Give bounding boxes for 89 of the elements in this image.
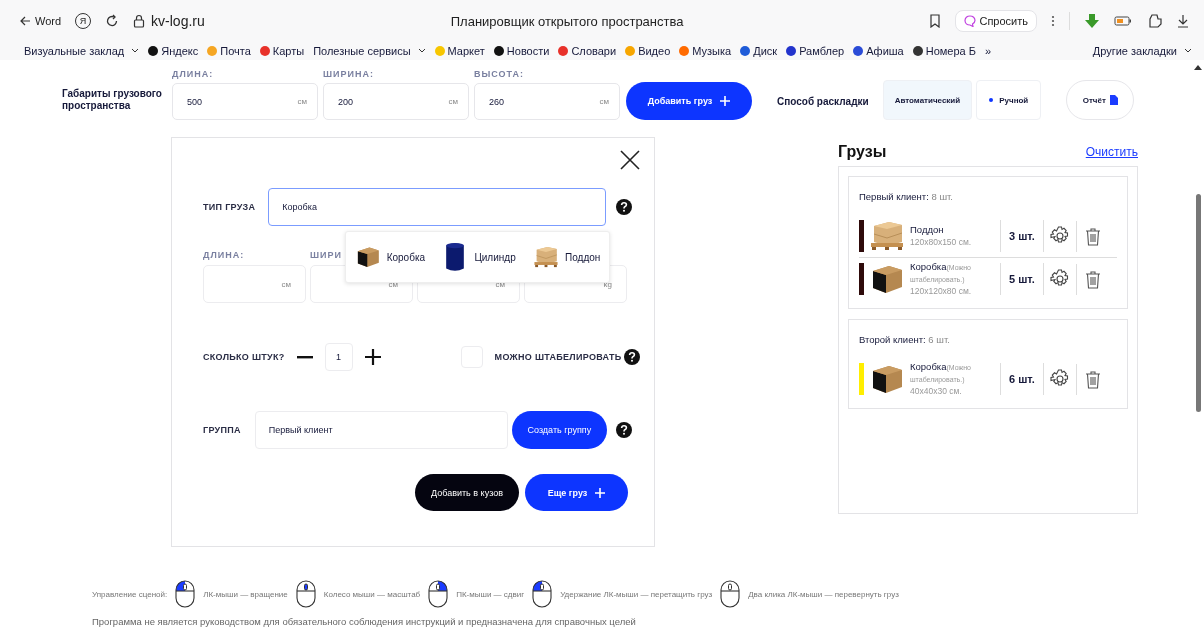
battery-icon[interactable]	[1114, 15, 1132, 27]
input-field[interactable]: 200 см	[323, 83, 469, 120]
bookmark-link[interactable]: Визуальные заклад	[24, 45, 140, 57]
field-label: ШИРИНА:	[323, 69, 375, 79]
bookmark-link[interactable]: Полезные сервисы	[313, 45, 426, 57]
bookmark-link[interactable]: Афиша	[853, 45, 904, 57]
extension-icon[interactable]	[1084, 13, 1100, 29]
bookmark-link[interactable]: Видео	[625, 45, 671, 57]
bookmark-icon[interactable]	[929, 14, 942, 28]
reload-icon[interactable]	[105, 14, 120, 28]
bookmark-link[interactable]: »	[985, 45, 992, 57]
address-text[interactable]: kv-log.ru	[151, 13, 205, 29]
input-field[interactable]: см	[310, 265, 413, 303]
delete-icon[interactable]	[1075, 263, 1101, 295]
settings-icon[interactable]	[1049, 269, 1070, 289]
more-cargo-button[interactable]: Еще груз	[525, 474, 628, 511]
bookmark-link[interactable]: Маркет	[434, 45, 485, 57]
caret-icon	[1184, 48, 1192, 54]
document-icon	[1109, 95, 1118, 105]
section-label: Габариты грузового пространства	[62, 88, 163, 112]
field-label: ДЛИНА:	[172, 69, 215, 79]
delete-icon[interactable]	[1075, 220, 1101, 252]
hint-text: Колесо мыши — масштаб	[323, 589, 421, 599]
input-field[interactable]: Первый клиент	[254, 411, 508, 449]
input-field[interactable]: 500 см	[172, 83, 318, 120]
bookmark-link[interactable]: Рамблер	[786, 45, 845, 57]
bookmark-link[interactable]: Другие закладки	[1092, 45, 1192, 57]
close-icon[interactable]	[620, 150, 640, 170]
help-icon[interactable]	[616, 199, 633, 215]
field-label: ТИП ГРУЗА	[203, 202, 256, 212]
settings-icon[interactable]	[1049, 369, 1070, 389]
hint-text: Управление сценой:	[92, 589, 168, 599]
bookmark-link[interactable]: Диск	[740, 45, 778, 57]
plus-icon[interactable]	[364, 349, 381, 365]
hint-text: Два клика ЛК-мыши — перевернуть груз	[748, 589, 899, 599]
group-title: Первый клиент: 8 шт.	[859, 191, 954, 202]
lock-icon	[133, 14, 146, 28]
settings-icon[interactable]	[1049, 226, 1070, 246]
field-label: ДЛИНА:	[203, 250, 245, 261]
field-label: СКОЛЬКО ШТУК?	[203, 352, 285, 362]
pallet-icon	[869, 220, 905, 252]
mode-toggle[interactable]: Автоматический	[882, 80, 973, 120]
panel-title: Грузы	[838, 143, 887, 161]
quantity-text: 5 шт.	[1000, 263, 1044, 295]
bookmark-link[interactable]: Номера Б	[912, 45, 976, 57]
input-field[interactable]: 260 см	[474, 83, 620, 120]
add-cargo-button[interactable]: Добавить груз	[626, 82, 752, 120]
more-icon[interactable]	[1051, 15, 1055, 27]
mode-toggle[interactable]: Ручной	[976, 80, 1042, 120]
arrow-icon	[20, 16, 31, 26]
hint-text: ЛК-мыши — вращение	[203, 589, 288, 599]
help-icon[interactable]	[624, 349, 641, 365]
bookmark-link[interactable]: Новости	[493, 45, 550, 57]
bookmark-link[interactable]: Карты	[259, 45, 305, 57]
bookmark-link[interactable]: Словари	[558, 45, 617, 57]
input-field[interactable]: см	[203, 265, 306, 303]
select-field[interactable]: Коробка	[268, 188, 607, 226]
scroll-up-icon[interactable]	[1194, 64, 1202, 70]
delete-icon[interactable]	[1075, 363, 1101, 395]
field-label: ГРУППА	[203, 425, 241, 435]
plus-icon	[720, 96, 731, 106]
ask-button[interactable]: Спросить	[955, 10, 1037, 32]
field-label: ШИРИ	[310, 250, 342, 261]
group-title: Второй клиент: 6 шт.	[859, 334, 951, 345]
field-label: Способ раскладки	[777, 96, 869, 107]
bookmark-link[interactable]: Почта	[207, 45, 251, 57]
back-button[interactable]: Word	[20, 15, 62, 27]
quantity-text: 6 шт.	[1000, 363, 1044, 395]
plus-icon	[595, 487, 606, 498]
quantity-text: 3 шт.	[1000, 220, 1044, 252]
create-group-button[interactable]: Создать группу	[511, 411, 607, 449]
bookmark-link[interactable]: Музыка	[679, 45, 732, 57]
report-button[interactable]: Отчёт	[1066, 80, 1135, 120]
count-field[interactable]: 1	[324, 343, 353, 371]
hint-text: ПК-мыши — сдвиг	[456, 589, 525, 599]
add-to-body-button[interactable]: Добавить в кузов	[415, 474, 519, 511]
clear-link[interactable]: Очистить	[1085, 145, 1138, 159]
minus-icon[interactable]	[296, 355, 313, 359]
chat-icon	[964, 15, 977, 27]
hint-text: Удержание ЛК-мыши — перетащить груз	[560, 589, 713, 599]
help-icon[interactable]	[615, 422, 632, 438]
field-label: ВЫСОТА:	[474, 69, 525, 79]
cargo-description: Поддон 120x80x150 см.	[910, 224, 973, 248]
download-icon[interactable]	[1176, 14, 1190, 28]
page-title: Планировщик открытого пространства	[449, 13, 685, 29]
scrollbar-thumb[interactable]	[1195, 194, 1201, 412]
disclaimer-text: Программа не является руководством для обязательного соблюдения инструкций и предназначена для справочных целей	[92, 616, 637, 627]
bookmark-link[interactable]: Яндекс	[148, 45, 199, 57]
checkbox-label: МОЖНО ШТАБЕЛИРОВАТЬ	[494, 352, 622, 362]
